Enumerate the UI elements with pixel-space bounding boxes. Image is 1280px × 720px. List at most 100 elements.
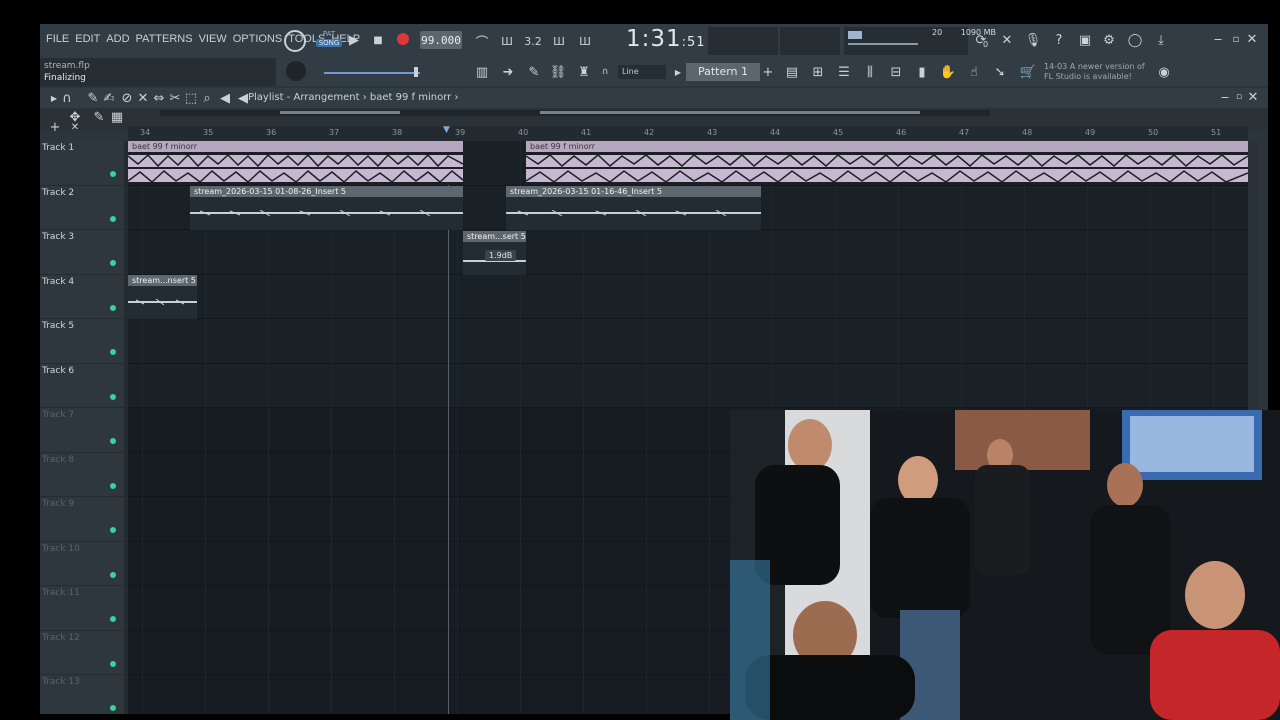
track-mute-led[interactable]: [110, 616, 116, 622]
track-header[interactable]: Track 12: [40, 631, 124, 675]
channel-rack-icon[interactable]: ☰: [834, 63, 854, 81]
track-lane[interactable]: [128, 319, 1248, 364]
track-header[interactable]: Track 11: [40, 586, 124, 631]
speaker-icon[interactable]: ◀: [218, 91, 232, 106]
track-header[interactable]: Track 4: [40, 275, 124, 319]
arrow-right-icon[interactable]: ➜: [498, 63, 518, 81]
track-lane[interactable]: [128, 364, 1248, 408]
pattern-selector[interactable]: Pattern 1: [686, 63, 760, 81]
track-header[interactable]: Track 10: [40, 542, 124, 586]
piano-icon[interactable]: ▥: [472, 63, 492, 81]
menu-options[interactable]: OPTIONS: [233, 33, 283, 45]
audio-clip[interactable]: stream_2026-03-15 01-08-26_Insert 5: [190, 186, 463, 230]
zoom-tool-icon[interactable]: ⌕: [200, 91, 214, 106]
track-lane[interactable]: [128, 230, 1248, 275]
track-lane[interactable]: [128, 275, 1248, 319]
playlist-close-icon[interactable]: ✕: [1248, 90, 1259, 105]
magnet-icon[interactable]: ∩: [600, 65, 610, 79]
track-mute-led[interactable]: [110, 438, 116, 444]
plugin-icon[interactable]: ⚙: [1100, 31, 1118, 49]
loop-record-icon[interactable]: Ш: [574, 32, 596, 50]
tempo-tapper-icon[interactable]: ➘: [990, 63, 1010, 81]
remove-track-icon[interactable]: ✕: [68, 122, 82, 133]
track-header[interactable]: Track 1: [40, 141, 124, 186]
track-mute-led[interactable]: [110, 660, 116, 667]
help-icon[interactable]: ?: [1050, 31, 1068, 49]
link-icon[interactable]: ⛓: [548, 63, 568, 81]
playlist-maximize-icon[interactable]: ▫: [1234, 90, 1244, 104]
track-header[interactable]: Track 13: [40, 675, 124, 714]
menu-file[interactable]: FILE: [46, 33, 69, 45]
track-mute-led[interactable]: [110, 482, 116, 489]
mixer-fx-icon[interactable]: ✕: [998, 31, 1016, 49]
playhead-marker-icon[interactable]: ▼: [443, 125, 450, 135]
track-mute-led[interactable]: [110, 571, 116, 578]
grid-icon[interactable]: ▦: [110, 110, 124, 125]
select-tool-icon[interactable]: ⬚: [184, 91, 198, 106]
stop-icon[interactable]: ■: [370, 32, 386, 48]
menu-add[interactable]: ADD: [106, 33, 129, 45]
track-header[interactable]: Track 9: [40, 497, 124, 542]
master-volume-knob[interactable]: [284, 30, 306, 52]
track-mute-led[interactable]: [110, 171, 116, 177]
snap-select[interactable]: Line: [618, 65, 666, 79]
track-mute-led[interactable]: [110, 304, 116, 311]
piano-roll-icon[interactable]: ⊞: [808, 63, 828, 81]
pitch-knob[interactable]: [286, 61, 306, 81]
download-icon[interactable]: ⤓: [1152, 31, 1170, 49]
cart-icon[interactable]: 🛒: [1018, 63, 1038, 81]
save-icon[interactable]: ▣: [1076, 31, 1094, 49]
wait-input-icon[interactable]: Ш: [496, 32, 518, 50]
menu-patterns[interactable]: PATTERNS: [136, 33, 193, 45]
prev-pattern-icon[interactable]: ▶: [672, 64, 684, 80]
mute-tool-icon[interactable]: ✕: [136, 91, 150, 106]
pat-song-toggle[interactable]: PAT SONG: [316, 30, 342, 52]
microphone-icon[interactable]: 🎙: [1024, 31, 1042, 49]
chat-icon[interactable]: ◯: [1126, 31, 1144, 49]
track-header[interactable]: Track 3: [40, 230, 124, 275]
slider-handle[interactable]: [414, 67, 418, 77]
audio-clip[interactable]: stream_2026-03-15 01-16-46_Insert 5: [506, 186, 761, 230]
track-mute-led[interactable]: [110, 393, 116, 400]
globe-icon[interactable]: ◉: [1156, 64, 1172, 80]
menu-edit[interactable]: EDIT: [75, 33, 100, 45]
track-mute-led[interactable]: [110, 349, 116, 355]
metronome-icon[interactable]: ⌒: [472, 32, 492, 51]
play-icon[interactable]: ▶: [346, 32, 362, 48]
master-pitch-slider[interactable]: [324, 72, 420, 74]
audio-clip[interactable]: stream...nsert 5: [128, 275, 197, 319]
track-mute-led[interactable]: [110, 705, 116, 711]
record-icon[interactable]: [397, 33, 409, 45]
track-mute-led[interactable]: [110, 527, 116, 533]
paint-tool-icon[interactable]: ✍: [102, 91, 116, 106]
playlist-icon[interactable]: ▤: [782, 63, 802, 81]
track-header[interactable]: Track 6: [40, 364, 124, 408]
close-icon[interactable]: ✕: [1246, 32, 1258, 47]
add-pattern-icon[interactable]: +: [762, 64, 774, 80]
stamp-icon[interactable]: ♜: [574, 63, 594, 81]
track-header[interactable]: Track 5: [40, 319, 124, 364]
audio-clip[interactable]: baet 99 f minorr: [128, 141, 463, 185]
mixer-icon[interactable]: ⫼: [860, 63, 880, 81]
playlist-pattern[interactable]: baet 99 f minorr: [370, 92, 451, 103]
refresh-icon[interactable]: ⟳: [972, 31, 990, 49]
menu-view[interactable]: VIEW: [199, 33, 227, 45]
plugin-db-icon[interactable]: ✋: [938, 63, 958, 81]
tempo-display[interactable]: 99.000: [420, 31, 462, 49]
audio-clip[interactable]: baet 99 f minorr: [526, 141, 1248, 185]
delete-tool-icon[interactable]: ⊘: [120, 91, 134, 106]
timeline-ruler[interactable]: 34 35 36 37 38 39 40 41 42 43 44 45 46 47 48 49 50 51: [128, 126, 1248, 141]
track-header[interactable]: Track 7: [40, 408, 124, 453]
playlist-menu-arrow-icon[interactable]: ▶: [48, 91, 60, 105]
pencil-small-icon[interactable]: ✎: [92, 110, 106, 125]
slice-tool-icon[interactable]: ✂: [168, 91, 182, 106]
maximize-icon[interactable]: ▫: [1230, 32, 1242, 46]
blend-notes-icon[interactable]: Ш: [548, 32, 570, 50]
minimize-icon[interactable]: ‒: [1212, 32, 1224, 47]
draw-tool-icon[interactable]: ✎: [86, 91, 100, 106]
browser-icon[interactable]: ⊟: [886, 63, 906, 81]
playlist-minimize-icon[interactable]: ‒: [1220, 90, 1230, 105]
touch-icon[interactable]: ☝: [964, 63, 984, 81]
pencil-icon[interactable]: ✎: [524, 63, 544, 81]
snap-magnet-icon[interactable]: ∩: [60, 91, 74, 106]
